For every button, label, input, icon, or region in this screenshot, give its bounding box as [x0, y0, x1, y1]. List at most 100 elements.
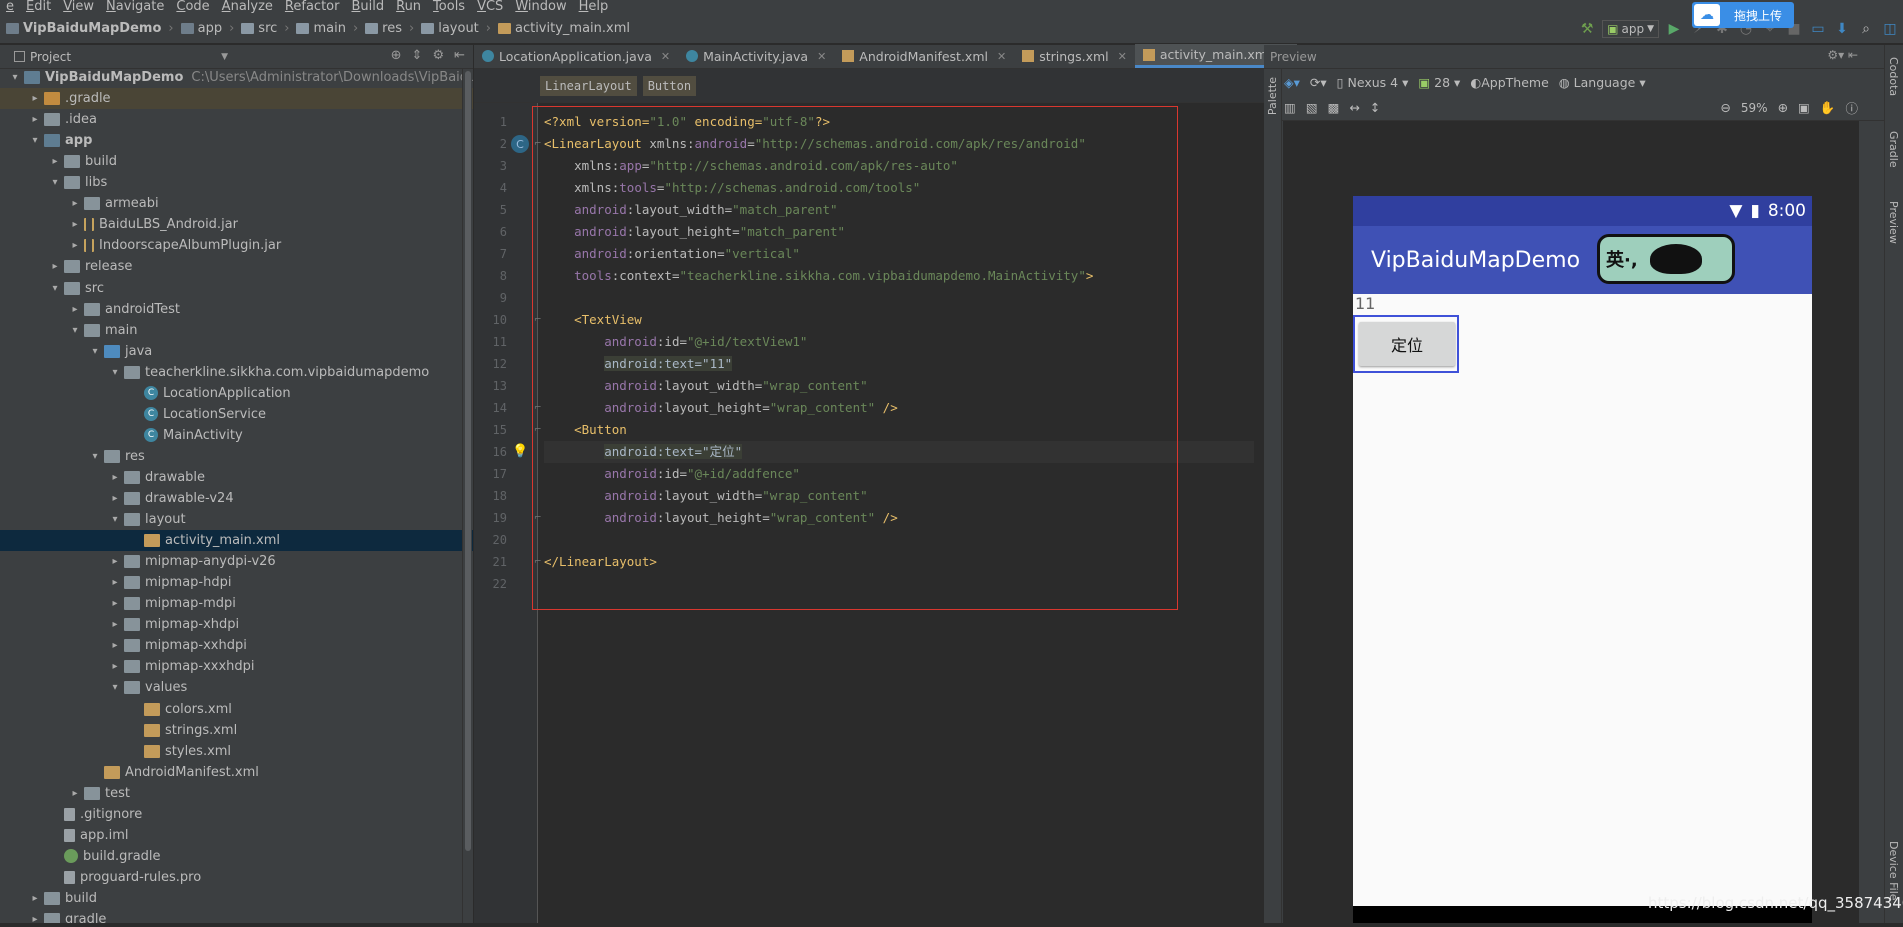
tree-item[interactable]: app.iml [0, 825, 129, 846]
chevron-right-icon[interactable]: ▸ [68, 788, 82, 799]
collapse-all-icon[interactable]: ⇕ [412, 48, 423, 63]
search-icon[interactable]: ⌕ [1857, 20, 1875, 38]
run-icon[interactable]: ▶ [1665, 20, 1683, 38]
project-view-select[interactable]: Project [30, 50, 71, 64]
tree-item[interactable]: proguard-rules.pro [0, 867, 201, 888]
menu-item[interactable]: Help [573, 0, 615, 14]
preview-tab[interactable]: Preview [1887, 201, 1900, 244]
locate-icon[interactable]: ⊕ [391, 48, 402, 63]
palette-strip[interactable]: Palette [1264, 69, 1282, 923]
avd-manager-icon[interactable]: ▭ [1809, 20, 1827, 38]
menu-item[interactable]: Code [170, 0, 215, 14]
tree-item[interactable]: ▸ BaiduLBS_Android.jar [0, 214, 238, 235]
info-icon[interactable]: ⓘ [1845, 98, 1858, 117]
fold-icon[interactable]: ⌐ [534, 403, 542, 413]
menu-item[interactable]: Tools [427, 0, 471, 14]
fold-icon[interactable]: ⌐ [534, 425, 542, 435]
close-icon[interactable]: ✕ [997, 50, 1006, 63]
orientation-icon[interactable]: ⟳▾ [1310, 75, 1327, 90]
breadcrumb-item[interactable]: layout [415, 21, 485, 36]
chevron-right-icon[interactable]: ▸ [68, 219, 82, 230]
tree-item[interactable]: ▸ gradle [0, 909, 106, 923]
tree-item[interactable]: C LocationApplication [0, 383, 291, 404]
run-config-select[interactable]: ▣ app ▼ [1602, 20, 1659, 38]
chevron-right-icon[interactable]: ▸ [28, 914, 42, 923]
breadcrumb-item[interactable]: main [290, 21, 351, 36]
chevron-right-icon[interactable]: ▸ [108, 661, 122, 672]
baidu-upload-widget[interactable]: ☁ 拖拽上传 [1692, 2, 1794, 28]
tree-item[interactable]: ▸ mipmap-xhdpi [0, 614, 239, 635]
editor-tab[interactable]: LocationApplication.java ✕ [474, 44, 678, 68]
chevron-right-icon[interactable]: ▸ [108, 556, 122, 567]
zoom-out-icon[interactable]: ⊖ [1720, 100, 1730, 115]
chevron-right-icon[interactable]: ▸ [68, 240, 82, 251]
tree-item[interactable]: build.gradle [0, 846, 161, 867]
lightbulb-icon[interactable]: 💡 [512, 444, 528, 459]
locate-button-preview[interactable]: 定位 [1359, 322, 1455, 366]
chevron-right-icon[interactable]: ▸ [48, 261, 62, 272]
chevron-right-icon[interactable]: ▸ [108, 577, 122, 588]
tree-item[interactable]: ▸ test [0, 783, 129, 804]
vertical-resize-icon[interactable]: ↕ [1370, 100, 1380, 115]
tree-item[interactable]: ▸ armeabi [0, 193, 158, 214]
editor-tab[interactable]: strings.xml ✕ [1014, 44, 1135, 68]
chevron-right-icon[interactable]: ▸ [48, 156, 62, 167]
tree-item[interactable]: ▸ drawable-v24 [0, 488, 233, 509]
code-editor[interactable]: <?xml version="1.0" encoding="utf-8"?> <L… [544, 103, 1254, 923]
textview-preview[interactable]: 11 [1353, 294, 1812, 314]
tree-item[interactable]: activity_main.xml [0, 530, 473, 552]
chevron-down-icon[interactable]: ▾ [88, 451, 102, 462]
fold-icon[interactable]: ⌐ [534, 557, 542, 567]
tree-item[interactable]: colors.xml [0, 699, 232, 720]
menu-item[interactable]: Window [509, 0, 572, 14]
tree-item[interactable]: AndroidManifest.xml [0, 762, 259, 783]
menu-item[interactable]: Build [345, 0, 390, 14]
menu-item[interactable]: Edit [20, 0, 57, 14]
tree-item[interactable]: ▾ java [0, 341, 152, 362]
xml-breadcrumb[interactable]: Button [642, 75, 697, 96]
fold-icon[interactable]: ⌐ [534, 315, 542, 325]
chevron-right-icon[interactable]: ▸ [108, 472, 122, 483]
tree-item[interactable]: ▾ layout [0, 509, 185, 530]
chevron-right-icon[interactable]: ▸ [108, 619, 122, 630]
gradle-tab[interactable]: Gradle [1887, 131, 1900, 168]
theme-select[interactable]: ◐AppTheme [1470, 75, 1548, 90]
tree-item[interactable]: ▸ mipmap-hdpi [0, 572, 231, 593]
language-select[interactable]: ◍ Language ▾ [1559, 75, 1646, 90]
tree-item[interactable]: ▸ drawable [0, 467, 205, 488]
chevron-down-icon[interactable]: ▾ [68, 325, 82, 336]
breadcrumb-item[interactable]: VipBaiduMapDemo [0, 21, 167, 36]
close-icon[interactable]: ✕ [1118, 50, 1127, 63]
tree-item[interactable]: ▾ src [0, 278, 104, 299]
fold-icon[interactable]: ⌐ [534, 139, 542, 149]
tree-item[interactable]: ▾ teacherkline.sikkha.com.vipbaidumapdemo [0, 362, 429, 383]
tree-item[interactable]: ▸ mipmap-mdpi [0, 593, 235, 614]
pan-icon[interactable]: ✋ [1820, 100, 1836, 116]
chevron-down-icon[interactable]: ▾ [8, 72, 22, 83]
chevron-down-icon[interactable]: ▾ [108, 367, 122, 378]
breadcrumb-item[interactable]: app [175, 21, 228, 36]
chevron-down-icon[interactable]: ▾ [48, 283, 62, 294]
fold-icon[interactable]: ⌐ [534, 513, 542, 523]
chevron-right-icon[interactable]: ▸ [28, 893, 42, 904]
chevron-right-icon[interactable]: ▸ [108, 598, 122, 609]
tree-item[interactable]: ▸ release [0, 256, 132, 277]
tree-item[interactable]: ▸ build [0, 888, 96, 909]
chevron-down-icon[interactable]: ▾ [48, 177, 62, 188]
zoom-fit-icon[interactable]: ▣ [1798, 100, 1810, 115]
chevron-down-icon[interactable]: ▾ [28, 135, 42, 146]
chevron-right-icon[interactable]: ▸ [108, 493, 122, 504]
button-selection[interactable]: 定位 [1353, 315, 1459, 373]
chevron-right-icon[interactable]: ▸ [68, 304, 82, 315]
tree-item[interactable]: ▸ .idea [0, 109, 96, 130]
project-scrollbar[interactable] [462, 69, 472, 923]
blueprint-icon[interactable]: ▩ [1328, 100, 1340, 115]
tree-item[interactable]: ▾ app [0, 130, 92, 151]
menu-item[interactable]: Run [390, 0, 427, 14]
chevron-right-icon[interactable]: ▸ [68, 198, 82, 209]
menu-item[interactable]: Navigate [100, 0, 170, 14]
tree-item[interactable]: ▾ main [0, 320, 137, 341]
tree-item[interactable]: strings.xml [0, 720, 237, 741]
hide-icon[interactable]: ⇤ [454, 48, 465, 63]
chevron-down-icon[interactable]: ▼ [221, 52, 228, 62]
